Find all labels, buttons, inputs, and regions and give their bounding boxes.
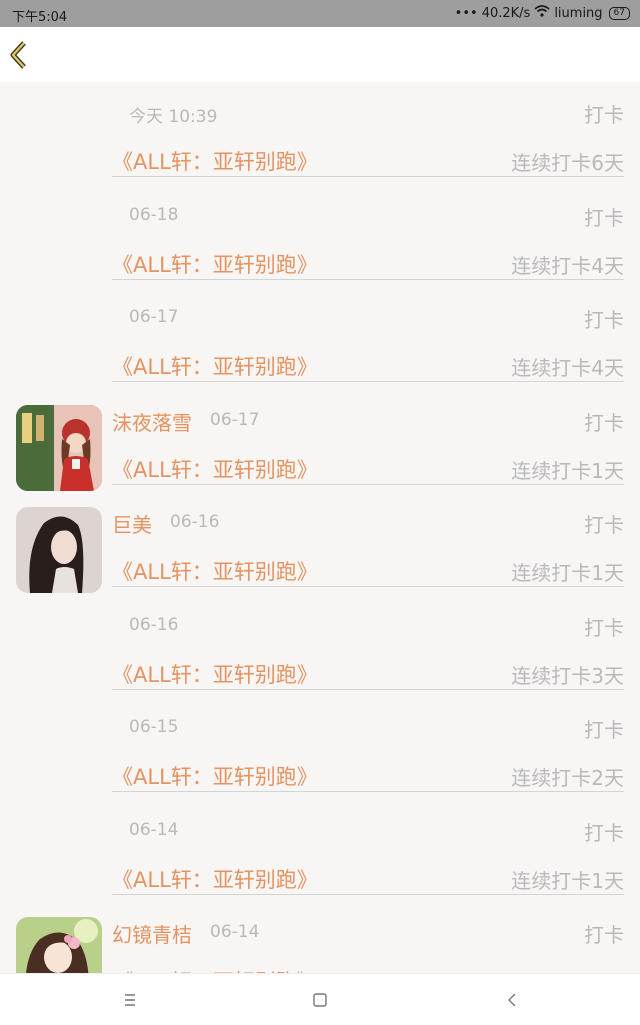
checkin-entry[interactable]: 06-16 打卡《ALL轩：亚轩别跑》 连续打卡3天: [0, 595, 640, 698]
streak-count: 连续打卡1天: [511, 868, 624, 893]
entry-date: 06-14: [210, 922, 260, 942]
menu-button[interactable]: [118, 988, 142, 1012]
entry-date: 06-16: [129, 614, 179, 635]
entry-book-row: 《ALL轩：亚轩别跑》 连续打卡2天: [112, 759, 624, 792]
book-title-link[interactable]: 《ALL轩：亚轩别跑》: [112, 556, 318, 586]
book-title-link[interactable]: 《ALL轩：亚轩别跑》: [112, 146, 318, 176]
wifi-icon: [534, 5, 550, 21]
entry-date: 06-17: [129, 307, 179, 327]
checkin-entry[interactable]: 06-18 打卡《ALL轩：亚轩别跑》 连续打卡4天: [0, 185, 640, 288]
avatar[interactable]: [16, 404, 102, 491]
status-indicators: ••• 40.2K/s liuming 67: [455, 5, 630, 21]
entry-header: 沫夜落雪 06-17 打卡: [112, 404, 624, 436]
entry-header: 今天 10:39 打卡: [112, 96, 624, 127]
entry-date: 06-14: [129, 819, 179, 840]
network-speed: 40.2K/s: [481, 5, 531, 21]
system-back-button[interactable]: [500, 988, 524, 1012]
checkin-entry[interactable]: 06-17 打卡《ALL轩：亚轩别跑》 连续打卡4天: [0, 287, 640, 390]
checkin-entry[interactable]: 06-14 打卡《ALL轩：亚轩别跑》 连续打卡1天: [0, 800, 640, 903]
status-time: 下午5:04: [12, 10, 68, 25]
entry-header: 06-15 打卡: [112, 711, 624, 742]
streak-count: 连续打卡4天: [511, 253, 624, 278]
entry-header: 巨美 06-16 打卡: [112, 506, 624, 538]
chevron-left-icon: [10, 41, 26, 69]
username[interactable]: 巨美: [112, 509, 152, 538]
status-bar: 下午5:04 ••• 40.2K/s liuming 67: [0, 0, 640, 27]
entry-header: 06-16 打卡: [112, 609, 624, 640]
streak-count: 连续打卡6天: [511, 151, 624, 175]
entry-book-row: 《ALL轩：亚轩别跑》连续打卡1天: [112, 964, 624, 973]
action-label: 打卡: [584, 615, 624, 640]
checkin-list[interactable]: 今天 10:39 打卡 《ALL轩：亚轩别跑》 连续打卡6天 06-18 打卡 《ALL轩：…: [0, 82, 640, 973]
action-label: 打卡: [584, 820, 624, 845]
checkin-entry[interactable]: 巨美 06-16 打卡《ALL轩：亚轩别跑》 连续打卡1天: [0, 492, 640, 595]
streak-count: 连续打卡1天: [511, 458, 624, 483]
book-title-link[interactable]: 《ALL轩：亚轩别跑》: [112, 249, 318, 279]
book-title-link[interactable]: 《ALL轩：亚轩别跑》: [112, 966, 318, 973]
username[interactable]: 幻镜青桔: [112, 919, 192, 948]
back-button[interactable]: [6, 39, 34, 71]
streak-count: 连续打卡1天: [511, 561, 624, 585]
streak-count: 连续打卡2天: [511, 766, 624, 790]
action-label: 打卡: [584, 923, 624, 947]
entry-book-row: 《ALL轩：亚轩别跑》 连续打卡4天: [112, 247, 624, 280]
entry-date: 06-17: [210, 409, 260, 430]
triangle-back-icon: [508, 993, 516, 1007]
book-title-link[interactable]: 《ALL轩：亚轩别跑》: [112, 761, 318, 791]
entry-book-row: 《ALL轩：亚轩别跑》 连续打卡1天: [112, 554, 624, 587]
action-label: 打卡: [584, 718, 624, 742]
action-label: 打卡: [584, 513, 624, 537]
checkin-entry[interactable]: 沫夜落雪 06-17 打卡《ALL轩：亚轩别跑》 连续打卡1天: [0, 390, 640, 493]
streak-count: 连续打卡3天: [511, 663, 624, 688]
book-title-link[interactable]: 《ALL轩：亚轩别跑》: [112, 351, 318, 381]
square-home-icon: [313, 993, 327, 1007]
entry-date: 今天 10:39: [129, 107, 218, 127]
avatar[interactable]: [16, 917, 102, 973]
action-label: 打卡: [584, 410, 624, 435]
entry-header: 06-17 打卡: [112, 301, 624, 332]
entry-date: 06-15: [129, 717, 179, 737]
wifi-name: liuming: [554, 5, 603, 21]
battery-icon: 67: [608, 6, 630, 20]
checkin-entry[interactable]: 今天 10:39 打卡《ALL轩：亚轩别跑》 连续打卡6天: [0, 82, 640, 185]
checkin-entry[interactable]: 幻镜青桔 06-14 打卡《ALL轩：亚轩别跑》连续打卡1天: [0, 902, 640, 973]
entry-book-row: 《ALL轩：亚轩别跑》 连续打卡6天: [112, 144, 624, 177]
entry-book-row: 《ALL轩：亚轩别跑》 连续打卡1天: [112, 452, 624, 485]
book-title-link[interactable]: 《ALL轩：亚轩别跑》: [112, 659, 318, 689]
avatar[interactable]: [16, 507, 102, 593]
entry-header: 06-18 打卡: [112, 199, 624, 230]
action-label: 打卡: [584, 205, 624, 230]
header: [0, 27, 640, 82]
battery-level: 67: [613, 7, 625, 18]
book-title-link[interactable]: 《ALL轩：亚轩别跑》: [112, 864, 318, 894]
action-label: 打卡: [584, 103, 624, 127]
entry-date: 06-16: [170, 512, 220, 532]
menu-icon: [125, 994, 135, 1006]
entry-book-row: 《ALL轩：亚轩别跑》 连续打卡4天: [112, 349, 624, 382]
streak-count: 连续打卡4天: [511, 356, 624, 380]
entry-header: 06-14 打卡: [112, 814, 624, 845]
entry-header: 幻镜青桔 06-14 打卡: [112, 916, 624, 948]
home-button[interactable]: [308, 988, 332, 1012]
entry-date: 06-18: [129, 204, 179, 225]
book-title-link[interactable]: 《ALL轩：亚轩别跑》: [112, 454, 318, 484]
entry-book-row: 《ALL轩：亚轩别跑》 连续打卡3天: [112, 657, 624, 690]
checkin-entry[interactable]: 06-15 打卡《ALL轩：亚轩别跑》 连续打卡2天: [0, 697, 640, 800]
entry-book-row: 《ALL轩：亚轩别跑》 连续打卡1天: [112, 862, 624, 895]
signal-dots-icon: •••: [454, 5, 478, 21]
navigation-bar: [0, 973, 640, 1025]
action-label: 打卡: [584, 308, 624, 332]
username[interactable]: 沫夜落雪: [112, 407, 192, 436]
